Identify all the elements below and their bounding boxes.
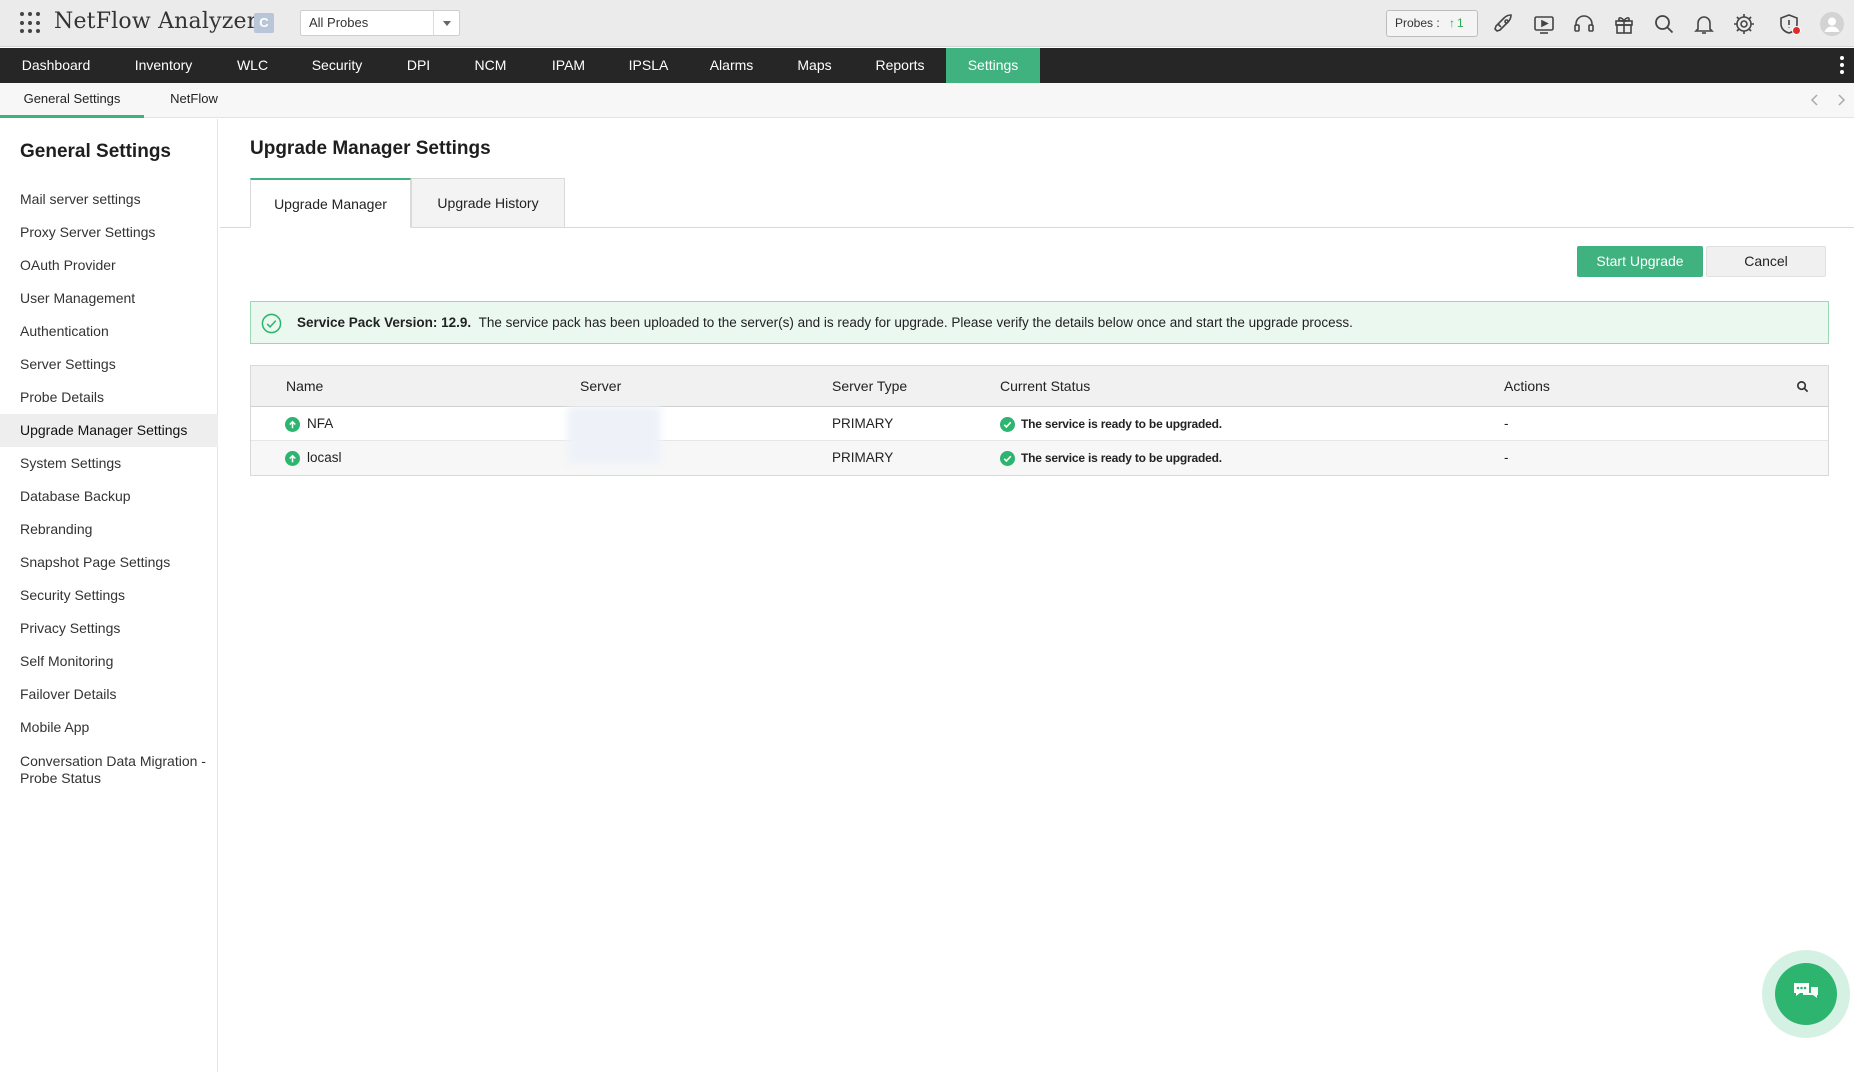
- sidebar-item-failover-details[interactable]: Failover Details: [0, 678, 218, 711]
- upgrade-table: Name Server Server Type Current Status A…: [250, 365, 1829, 476]
- alert-version: Service Pack Version: 12.9.: [297, 315, 472, 330]
- sidebar-item-database-backup[interactable]: Database Backup: [0, 480, 218, 513]
- gift-icon[interactable]: [1612, 12, 1636, 36]
- sidebar-item-conversation-migration[interactable]: Conversation Data Migration - Probe Stat…: [0, 753, 210, 793]
- sidebar-item-server-settings[interactable]: Server Settings: [0, 348, 218, 381]
- nav-ncm[interactable]: NCM: [453, 48, 528, 83]
- sidebar-item-privacy-settings[interactable]: Privacy Settings: [0, 612, 218, 645]
- probe-select-value: All Probes: [309, 15, 369, 30]
- nav-dpi[interactable]: DPI: [384, 48, 453, 83]
- row-status: The service is ready to be upgraded.: [1021, 417, 1222, 431]
- nav-security[interactable]: Security: [290, 48, 384, 83]
- row-actions: -: [1504, 450, 1509, 465]
- alert-body: The service pack has been uploaded to th…: [478, 315, 1353, 330]
- column-actions: Actions: [1504, 378, 1550, 394]
- check-circle-icon: [1000, 451, 1015, 466]
- tab-upgrade-manager[interactable]: Upgrade Manager: [250, 178, 411, 228]
- row-status: The service is ready to be upgraded.: [1021, 451, 1222, 465]
- more-vertical-icon[interactable]: [1840, 56, 1844, 76]
- nav-reports[interactable]: Reports: [854, 48, 946, 83]
- nav-maps[interactable]: Maps: [775, 48, 854, 83]
- search-icon[interactable]: [1796, 380, 1810, 394]
- nav-ipsla[interactable]: IPSLA: [609, 48, 688, 83]
- sidebar-item-mobile-app[interactable]: Mobile App: [0, 711, 218, 744]
- rocket-icon[interactable]: [1492, 12, 1516, 36]
- bell-icon[interactable]: [1692, 12, 1716, 36]
- edition-badge: C: [254, 13, 274, 33]
- service-pack-alert: Service Pack Version: 12.9. The service …: [250, 301, 1829, 344]
- nav-dashboard[interactable]: Dashboard: [0, 48, 112, 83]
- video-icon[interactable]: [1532, 12, 1556, 36]
- subnav-general-settings[interactable]: General Settings: [0, 83, 144, 118]
- headset-icon[interactable]: [1572, 12, 1596, 36]
- sidebar-item-security-settings[interactable]: Security Settings: [0, 579, 218, 612]
- column-current-status[interactable]: Current Status: [1000, 366, 1090, 407]
- nav-wlc[interactable]: WLC: [215, 48, 290, 83]
- table-header: Name Server Server Type Current Status A…: [251, 366, 1828, 407]
- row-name: locasl: [307, 450, 342, 465]
- nav-inventory[interactable]: Inventory: [112, 48, 215, 83]
- sidebar-item-upgrade-manager[interactable]: Upgrade Manager Settings: [0, 414, 218, 447]
- tab-upgrade-history[interactable]: Upgrade History: [411, 178, 565, 228]
- arrow-up-icon: ↑: [1449, 16, 1456, 30]
- chevron-down-icon: [433, 11, 459, 35]
- gear-icon[interactable]: [1732, 12, 1756, 36]
- probes-up-count: 1: [1457, 16, 1464, 30]
- alert-message: Service Pack Version: 12.9. The service …: [297, 315, 1353, 330]
- app-title: NetFlow Analyzer: [54, 9, 258, 34]
- sidebar-item-self-monitoring[interactable]: Self Monitoring: [0, 645, 218, 678]
- column-server[interactable]: Server: [580, 366, 621, 407]
- upgrade-arrow-icon: [285, 451, 300, 466]
- table-row: NFA PRIMARY The service is ready to be u…: [251, 407, 1828, 441]
- start-upgrade-button[interactable]: Start Upgrade: [1577, 246, 1703, 277]
- chat-icon: [1775, 963, 1837, 1025]
- probes-status[interactable]: Probes : ↑ 1: [1386, 10, 1478, 37]
- probes-label: Probes :: [1395, 16, 1440, 30]
- shield-alert-icon[interactable]: [1777, 12, 1801, 36]
- sidebar-item-proxy-server[interactable]: Proxy Server Settings: [0, 216, 218, 249]
- chevron-right-icon[interactable]: [1834, 93, 1848, 107]
- check-circle-icon: [261, 313, 282, 334]
- column-name[interactable]: Name: [286, 366, 323, 407]
- sidebar-item-probe-details[interactable]: Probe Details: [0, 381, 218, 414]
- nav-settings[interactable]: Settings: [946, 48, 1040, 83]
- chevron-left-icon[interactable]: [1808, 93, 1822, 107]
- column-server-type[interactable]: Server Type: [832, 366, 907, 407]
- sidebar-item-mail-server[interactable]: Mail server settings: [0, 183, 218, 216]
- row-server-type: PRIMARY: [832, 450, 894, 465]
- upgrade-arrow-icon: [285, 417, 300, 432]
- app-grid-icon[interactable]: [20, 12, 42, 34]
- main-nav: Dashboard Inventory WLC Security DPI NCM…: [0, 48, 1854, 83]
- row-actions: -: [1504, 416, 1509, 431]
- sidebar-item-user-management[interactable]: User Management: [0, 282, 218, 315]
- page-title: Upgrade Manager Settings: [250, 138, 491, 159]
- search-icon[interactable]: [1652, 12, 1676, 36]
- subnav-netflow[interactable]: NetFlow: [144, 83, 244, 118]
- table-row: locasl PRIMARY The service is ready to b…: [251, 441, 1828, 475]
- top-bar: NetFlow Analyzer C All Probes Probes : ↑…: [0, 0, 1854, 47]
- sidebar-title: General Settings: [20, 141, 171, 162]
- sub-nav: General Settings NetFlow: [0, 83, 1854, 118]
- sidebar: General Settings Mail server settings Pr…: [0, 119, 218, 1072]
- row-server-type: PRIMARY: [832, 416, 894, 431]
- nav-ipam[interactable]: IPAM: [528, 48, 609, 83]
- row-name: NFA: [307, 416, 334, 431]
- sidebar-item-snapshot-page[interactable]: Snapshot Page Settings: [0, 546, 218, 579]
- alert-dot: [1792, 26, 1801, 35]
- nav-alarms[interactable]: Alarms: [688, 48, 775, 83]
- chat-button[interactable]: [1762, 950, 1850, 1038]
- sidebar-item-oauth-provider[interactable]: OAuth Provider: [0, 249, 218, 282]
- sidebar-item-rebranding[interactable]: Rebranding: [0, 513, 218, 546]
- cancel-button[interactable]: Cancel: [1706, 246, 1826, 277]
- sidebar-item-authentication[interactable]: Authentication: [0, 315, 218, 348]
- user-avatar-icon[interactable]: [1820, 12, 1844, 36]
- sidebar-item-system-settings[interactable]: System Settings: [0, 447, 218, 480]
- probe-select[interactable]: All Probes: [300, 10, 460, 36]
- redacted-server: [567, 406, 661, 464]
- check-circle-icon: [1000, 417, 1015, 432]
